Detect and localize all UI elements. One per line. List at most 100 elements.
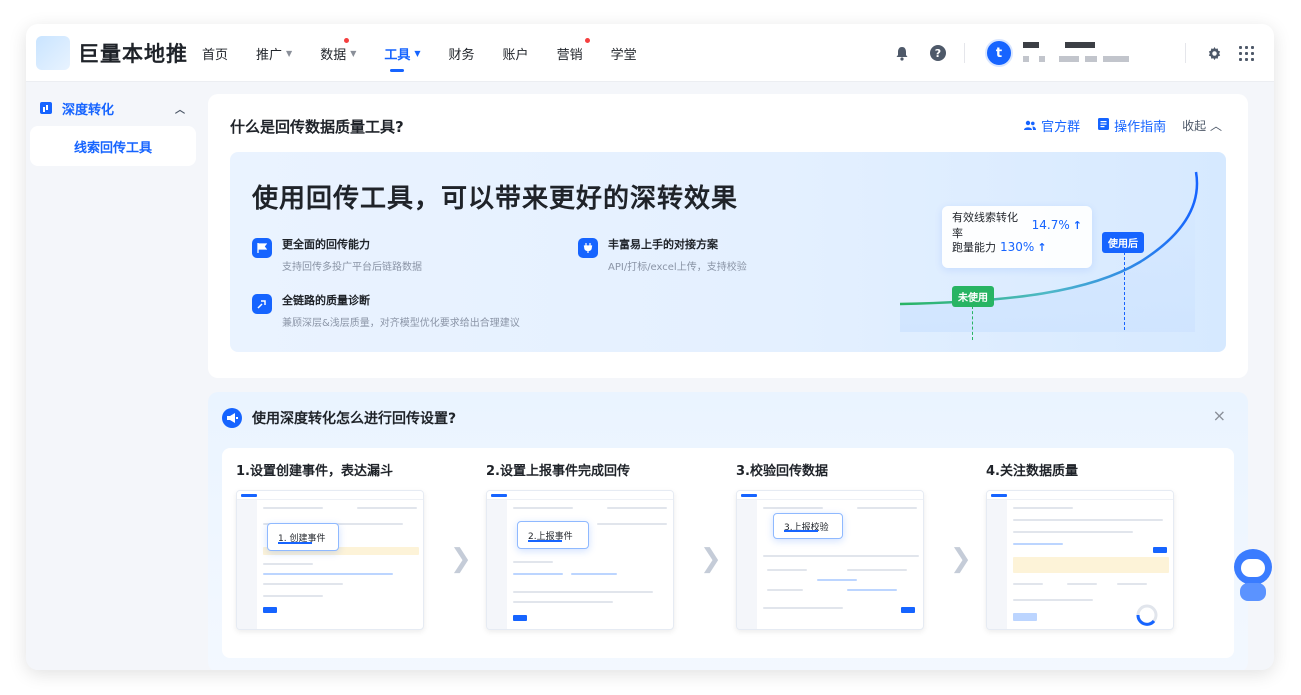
logo-text: 巨量本地推 bbox=[78, 42, 188, 66]
plug-icon bbox=[578, 238, 598, 258]
bar-chart-icon bbox=[40, 102, 52, 114]
step-title: 1.设置创建事件，表达漏斗 bbox=[236, 464, 393, 479]
divider bbox=[964, 43, 965, 63]
stat-label: 跑量能力 bbox=[952, 241, 996, 254]
operation-guide-link[interactable]: 操作指南 bbox=[1098, 116, 1166, 135]
steps-panel: 1.设置创建事件，表达漏斗 1. 创建事件 ❯ 2.设置上报事件完成回传 2.上… bbox=[222, 448, 1234, 658]
official-group-link[interactable]: 官方群 bbox=[1024, 116, 1080, 135]
nav-item-label: 首页 bbox=[202, 47, 229, 63]
account-info-redacted[interactable] bbox=[1023, 38, 1143, 68]
nav-item-label: 营销 bbox=[556, 47, 583, 63]
flag-icon bbox=[252, 238, 272, 258]
stats-tooltip: 有效线索转化率 14.7% ↑ 跑量能力 130% ↑ bbox=[942, 206, 1092, 268]
group-icon bbox=[1024, 119, 1037, 133]
logo[interactable]: 巨量本地推 bbox=[36, 36, 188, 70]
arrow-up-icon: ↑ bbox=[1072, 218, 1082, 232]
stat-value: 14.7% bbox=[1031, 218, 1070, 232]
diagnosis-icon bbox=[252, 294, 272, 314]
feature-item: 丰富易上手的对接方案 API/打标/excel上传，支持校验 bbox=[578, 236, 747, 273]
nav-item-promotion[interactable]: 推广 ▼ bbox=[256, 24, 292, 82]
arrow-up-icon: ↑ bbox=[1037, 240, 1047, 254]
feature-title: 丰富易上手的对接方案 bbox=[608, 238, 718, 251]
notification-dot bbox=[584, 38, 590, 43]
assistant-mascot-icon[interactable] bbox=[1230, 545, 1274, 605]
caret-down-icon: ▼ bbox=[350, 48, 357, 58]
apps-grid-icon[interactable] bbox=[1236, 43, 1256, 63]
step-title: 2.设置上报事件完成回传 bbox=[486, 464, 630, 479]
sidebar-group-label: 深度转化 bbox=[62, 102, 115, 118]
logo-mark-icon bbox=[36, 36, 70, 70]
nav-right-tools: ? t bbox=[892, 24, 1274, 82]
setup-guide-header: 使用深度转化怎么进行回传设置? bbox=[222, 406, 456, 430]
stat-value: 130% bbox=[1000, 240, 1035, 254]
help-icon[interactable]: ? bbox=[928, 43, 948, 63]
nav-item-label: 财务 bbox=[448, 47, 475, 63]
divider bbox=[1185, 43, 1186, 63]
sidebar-group-deep-conversion[interactable]: 深度转化 ︿ bbox=[40, 96, 185, 120]
app-window: 巨量本地推 首页 推广 ▼ 数据 ▼ 工具 ▼ 财务 账户 营销 学堂 ? t … bbox=[26, 24, 1274, 670]
tag-before-use: 未使用 bbox=[952, 286, 994, 307]
step-2-screenshot[interactable]: 2.上报事件 bbox=[486, 490, 674, 630]
sidebar: 深度转化 ︿ 线索回传工具 bbox=[26, 82, 198, 670]
feature-item: 全链路的质量诊断 兼顾深层&浅层质量，对齐模型优化要求给出合理建议 bbox=[252, 292, 520, 329]
feature-desc: 支持回传多投广平台后链路数据 bbox=[282, 262, 422, 273]
collapse-toggle[interactable]: 收起 ︿ bbox=[1182, 117, 1222, 134]
caret-down-icon: ▼ bbox=[414, 48, 421, 58]
nav-item-finance[interactable]: 财务 bbox=[449, 24, 475, 82]
feature-desc: API/打标/excel上传，支持校验 bbox=[608, 262, 747, 273]
document-icon bbox=[1098, 118, 1110, 133]
marker-line bbox=[972, 306, 973, 340]
close-icon[interactable]: × bbox=[1213, 406, 1226, 425]
feature-desc: 兼顾深层&浅层质量，对齐模型优化要求给出合理建议 bbox=[282, 318, 520, 329]
operation-guide-label: 操作指南 bbox=[1114, 120, 1167, 135]
avatar[interactable]: t bbox=[985, 39, 1013, 67]
notification-dot bbox=[344, 38, 350, 43]
bell-icon[interactable] bbox=[892, 43, 912, 63]
settings-icon[interactable] bbox=[1204, 43, 1224, 63]
official-group-label: 官方群 bbox=[1041, 120, 1081, 135]
nav-item-marketing[interactable]: 营销 bbox=[556, 24, 590, 82]
nav-item-home[interactable]: 首页 bbox=[202, 24, 228, 82]
feature-title: 更全面的回传能力 bbox=[282, 238, 370, 251]
nav-item-label: 推广 bbox=[256, 47, 283, 63]
arrow-right-icon: ❯ bbox=[700, 544, 722, 574]
intro-actions: 官方群 操作指南 收起 ︿ bbox=[1006, 116, 1222, 135]
nav-item-academy[interactable]: 学堂 bbox=[611, 24, 637, 82]
tag-after-use: 使用后 bbox=[1102, 232, 1144, 253]
step-title: 4.关注数据质量 bbox=[986, 464, 1078, 479]
step-4-screenshot[interactable] bbox=[986, 490, 1174, 630]
nav-item-label: 学堂 bbox=[610, 47, 637, 63]
banner-headline: 使用回传工具，可以带来更好的深转效果 bbox=[252, 184, 739, 214]
setup-guide-card: 使用深度转化怎么进行回传设置? × 1.设置创建事件，表达漏斗 1. 创建事件 … bbox=[208, 392, 1248, 670]
nav-menu: 首页 推广 ▼ 数据 ▼ 工具 ▼ 财务 账户 营销 学堂 bbox=[202, 24, 665, 82]
arrow-right-icon: ❯ bbox=[950, 544, 972, 574]
step-1-screenshot[interactable]: 1. 创建事件 bbox=[236, 490, 424, 630]
step-3-screenshot[interactable]: 3.上报校验 bbox=[736, 490, 924, 630]
nav-item-data[interactable]: 数据 ▼ bbox=[320, 24, 356, 82]
feature-item: 更全面的回传能力 支持回传多投广平台后链路数据 bbox=[252, 236, 422, 273]
nav-item-label: 数据 bbox=[320, 47, 347, 63]
top-nav: 巨量本地推 首页 推广 ▼ 数据 ▼ 工具 ▼ 财务 账户 营销 学堂 ? t bbox=[26, 24, 1274, 82]
chevron-up-icon[interactable]: ︿ bbox=[175, 101, 185, 116]
stat-row-volume: 跑量能力 130% ↑ bbox=[952, 236, 1082, 258]
nav-item-label: 工具 bbox=[384, 47, 411, 63]
benefit-banner: 使用回传工具，可以带来更好的深转效果 更全面的回传能力 支持回传多投广平台后链路… bbox=[230, 152, 1226, 352]
nav-item-label: 账户 bbox=[502, 47, 529, 63]
step-popup: 1. 创建事件 bbox=[267, 523, 339, 551]
help-glyph: ? bbox=[930, 45, 946, 61]
stat-row-lead-conversion: 有效线索转化率 14.7% ↑ bbox=[952, 211, 1082, 240]
arrow-right-icon: ❯ bbox=[450, 544, 472, 574]
marker-line bbox=[1124, 252, 1125, 330]
megaphone-icon bbox=[222, 408, 242, 428]
nav-item-account[interactable]: 账户 bbox=[503, 24, 529, 82]
feature-title: 全链路的质量诊断 bbox=[282, 294, 370, 307]
caret-down-icon: ▼ bbox=[286, 48, 293, 58]
step-popup: 2.上报事件 bbox=[517, 521, 589, 549]
nav-item-tools[interactable]: 工具 ▼ bbox=[384, 24, 421, 82]
sidebar-item-lead-callback-tool[interactable]: 线索回传工具 bbox=[30, 126, 196, 166]
intro-title: 什么是回传数据质量工具? bbox=[230, 118, 404, 136]
step-title: 3.校验回传数据 bbox=[736, 464, 828, 479]
step-popup: 3.上报校验 bbox=[773, 513, 843, 539]
intro-card: 什么是回传数据质量工具? 官方群 操作指南 收起 ︿ 使用回传工具，可以带来更好… bbox=[208, 94, 1248, 378]
setup-guide-title: 使用深度转化怎么进行回传设置? bbox=[252, 411, 457, 427]
